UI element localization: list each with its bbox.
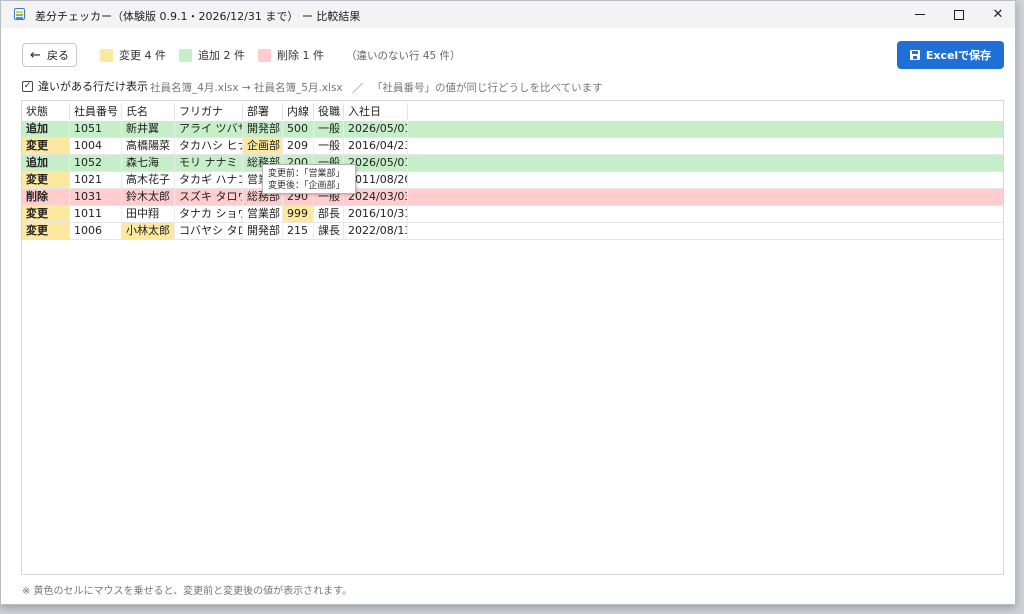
status-cell: 変更: [22, 138, 70, 154]
table-cell: タナカ ショウ: [175, 206, 243, 222]
column-header[interactable]: 内線: [283, 103, 314, 120]
status-cell: 削除: [22, 189, 70, 205]
arrow-left-icon: ←: [30, 47, 41, 63]
back-button[interactable]: ← 戻る: [22, 43, 77, 67]
change-tooltip: 変更前：「営業部」 変更後：「企画部」: [262, 164, 356, 194]
table-cell: 開発部: [243, 223, 283, 239]
table-cell: 一般: [314, 138, 344, 154]
table-cell: 1021: [70, 172, 122, 188]
table-row[interactable]: 変更 1004 高橋陽菜 タカハシ ヒナ 企画部 209 一般 2016/04/23: [22, 138, 1003, 155]
table-cell: 1006: [70, 223, 122, 239]
table-row[interactable]: 変更1021高木花子タカギ ハナコ営業部300一般2011/08/20: [22, 172, 1003, 189]
deleted-swatch: [258, 48, 271, 62]
save-icon: [909, 50, 920, 60]
table-cell: 209: [283, 138, 314, 154]
table-cell: 部長: [314, 206, 344, 222]
table-cell: 田中翔: [122, 206, 175, 222]
window-title: 差分チェッカー（体験版 0.9.1・2026/12/31 まで） ー 比較結果: [35, 10, 361, 23]
status-cell: 変更: [22, 206, 70, 222]
table-cell: 2016/10/31: [344, 206, 408, 222]
table-cell: タカハシ ヒナ: [175, 138, 243, 154]
app-icon: [14, 8, 25, 20]
status-cell: 変更: [22, 223, 70, 239]
legend-no-diff: （違いのない行 45 件）: [346, 50, 461, 62]
table-cell: 2016/04/23: [344, 138, 408, 154]
table-cell: 1052: [70, 155, 122, 171]
status-cell: 変更: [22, 172, 70, 188]
table-cell: 高木花子: [122, 172, 175, 188]
info-separator: ／: [352, 82, 363, 95]
minimize-icon: [915, 14, 925, 15]
legend-changed: 変更 4 件: [100, 47, 166, 63]
table-cell: 企画部: [243, 138, 283, 154]
title-bar: 差分チェッカー（体験版 0.9.1・2026/12/31 まで） ー 比較結果 …: [1, 1, 1015, 28]
table-header: 状態 社員番号 氏名 フリガナ 部署 内線 役職 入社日: [22, 103, 1003, 120]
comparison-table[interactable]: 状態 社員番号 氏名 フリガナ 部署 内線 役職 入社日 追加 1051 新井翼 アライ ツバサ 開発…: [21, 100, 1004, 575]
table-cell: アライ ツバサ: [175, 121, 243, 137]
table-row[interactable]: 追加 1052 森七海 モリ ナナミ 総務部 200 一般 2026/05/01: [22, 155, 1003, 172]
legend-deleted: 削除 1 件: [258, 47, 324, 63]
legend-added: 追加 2 件: [179, 47, 245, 63]
excel-export-button[interactable]: Excelで保存: [897, 41, 1004, 69]
column-header[interactable]: 社員番号: [70, 103, 122, 120]
hover-hint: ※ 黄色のセルにマウスを乗せると、変更前と変更後の値が表示されます。: [22, 586, 353, 597]
table-row[interactable]: 変更 1011 田中翔 タナカ ショウ 営業部 999 部長 2016/10/31: [22, 206, 1003, 223]
changed-swatch: [100, 48, 113, 62]
legend-deleted-label: 削除 1 件: [277, 49, 324, 62]
table-cell: 営業部: [243, 206, 283, 222]
compared-files: 社員名簿_4月.xlsx → 社員名簿_5月.xlsx: [150, 82, 343, 94]
tooltip-after: 変更後：「企画部」: [268, 181, 345, 191]
maximize-icon: [954, 9, 964, 20]
legend-added-label: 追加 2 件: [198, 49, 245, 62]
column-header[interactable]: 役職: [314, 103, 344, 120]
table-cell: 999: [283, 206, 314, 222]
added-swatch: [179, 48, 192, 62]
table-cell: 一般: [314, 121, 344, 137]
diff-only-checkbox[interactable]: ✓: [22, 80, 33, 92]
legend-changed-label: 変更 4 件: [119, 49, 166, 62]
status-cell: 追加: [22, 121, 70, 137]
table-cell: タカギ ハナコ: [175, 172, 243, 188]
table-cell: 500: [283, 121, 314, 137]
close-icon: ✕: [992, 7, 1004, 22]
close-button[interactable]: ✕: [975, 1, 1021, 28]
check-icon: ✓: [23, 80, 32, 91]
column-header[interactable]: 入社日: [344, 103, 408, 120]
table-cell: 鈴木太郎: [122, 189, 175, 205]
back-label: 戻る: [46, 49, 69, 62]
table-cell: スズキ タロウ: [175, 189, 243, 205]
column-header[interactable]: フリガナ: [175, 103, 243, 120]
table-cell: モリ ナナミ: [175, 155, 243, 171]
table-cell: 開発部: [243, 121, 283, 137]
table-cell: 1031: [70, 189, 122, 205]
column-header[interactable]: 氏名: [122, 103, 175, 120]
status-cell: 追加: [22, 155, 70, 171]
table-cell: 高橋陽菜: [122, 138, 175, 154]
tooltip-before: 変更前：「営業部」: [268, 169, 345, 179]
table-row[interactable]: 削除 1031 鈴木太郎 スズキ タロウ 総務部 290 一般 2024/03/03: [22, 189, 1003, 206]
table-cell: 1051: [70, 121, 122, 137]
excel-export-label: Excelで保存: [925, 49, 992, 62]
app-window: 差分チェッカー（体験版 0.9.1・2026/12/31 まで） ー 比較結果 …: [0, 0, 1016, 605]
table-cell: 新井翼: [122, 121, 175, 137]
table-cell: 215: [283, 223, 314, 239]
key-column-info: 「社員番号」の値が同じ行どうしを比べています: [372, 82, 603, 94]
table-cell: 1004: [70, 138, 122, 154]
column-header[interactable]: 状態: [22, 103, 70, 120]
table-cell: 1011: [70, 206, 122, 222]
column-header[interactable]: 部署: [243, 103, 283, 120]
table-cell: 小林太郎: [122, 223, 175, 239]
table-row[interactable]: 追加 1051 新井翼 アライ ツバサ 開発部 500 一般 2026/05/01: [22, 121, 1003, 138]
table-cell: 森七海: [122, 155, 175, 171]
table-cell: 2022/08/13: [344, 223, 408, 239]
diff-only-filter[interactable]: ✓ 違いがある行だけ表示: [22, 79, 148, 93]
table-cell: 2026/05/01: [344, 121, 408, 137]
table-row[interactable]: 変更1006小林太郎コバヤシ タロウ開発部215課長2022/08/13: [22, 223, 1003, 240]
table-cell: 課長: [314, 223, 344, 239]
diff-only-label: 違いがある行だけ表示: [38, 80, 148, 93]
table-cell: コバヤシ タロウ: [175, 223, 243, 239]
